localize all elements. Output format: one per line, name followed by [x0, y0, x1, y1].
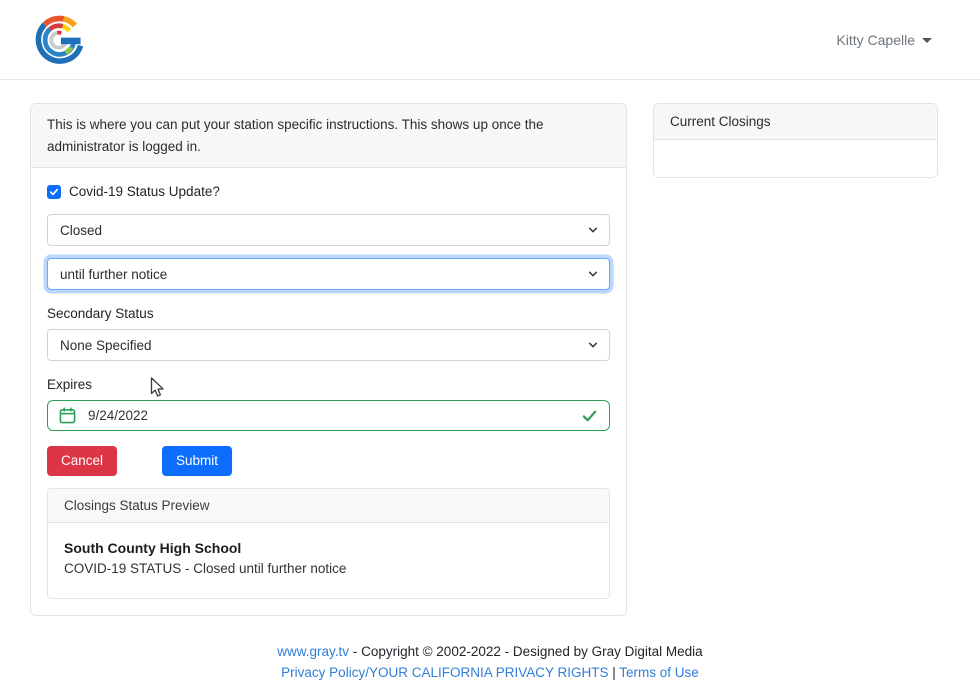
side-column: Current Closings	[653, 103, 938, 178]
page-footer: www.gray.tv - Copyright © 2002-2022 - De…	[0, 642, 980, 684]
status-select-value: Closed	[60, 223, 102, 238]
chevron-down-icon	[588, 225, 598, 235]
duration-select[interactable]: until further notice	[47, 258, 610, 290]
secondary-status-value: None Specified	[60, 338, 152, 353]
preview-header: Closings Status Preview	[48, 489, 609, 523]
station-form-card: This is where you can put your station s…	[30, 103, 627, 616]
covid-checkbox-label[interactable]: Covid-19 Status Update?	[69, 184, 220, 199]
current-closings-card: Current Closings	[653, 103, 938, 178]
covid-status-checkbox-row[interactable]: Covid-19 Status Update?	[47, 184, 610, 199]
current-closings-body	[654, 140, 937, 177]
form-actions: Cancel Submit	[47, 446, 610, 476]
covid-status-checkbox[interactable]	[47, 185, 61, 199]
caret-down-icon	[922, 38, 932, 43]
check-icon	[49, 187, 59, 197]
calendar-icon[interactable]	[59, 407, 76, 424]
preview-body: South County High School COVID-19 STATUS…	[48, 523, 609, 598]
expires-date-value: 9/24/2022	[88, 408, 148, 423]
terms-of-use-link[interactable]: Terms of Use	[619, 665, 699, 680]
closings-status-preview-card: Closings Status Preview South County Hig…	[47, 488, 610, 599]
preview-entry-status: COVID-19 STATUS - Closed until further n…	[64, 561, 593, 576]
chevron-down-icon	[588, 340, 598, 350]
expires-label: Expires	[47, 377, 610, 392]
current-closings-header: Current Closings	[654, 104, 937, 140]
gray-tv-logo[interactable]	[32, 11, 88, 69]
copyright-text: - Copyright © 2002-2022 - Designed by Gr…	[353, 644, 703, 659]
main-column: This is where you can put your station s…	[30, 103, 627, 616]
cancel-button[interactable]: Cancel	[47, 446, 117, 476]
secondary-status-label: Secondary Status	[47, 306, 610, 321]
chevron-down-icon	[588, 269, 598, 279]
top-navbar: Kitty Capelle	[0, 0, 980, 80]
valid-check-icon	[582, 408, 597, 423]
page-content: This is where you can put your station s…	[0, 80, 980, 616]
form-body: Covid-19 Status Update? Closed until fur…	[31, 168, 626, 615]
instructions-text: This is where you can put your station s…	[47, 117, 544, 154]
instructions-panel: This is where you can put your station s…	[31, 104, 626, 168]
preview-entry-name: South County High School	[64, 540, 593, 556]
gray-tv-link[interactable]: www.gray.tv	[277, 644, 349, 659]
footer-line-2: Privacy Policy/YOUR CALIFORNIA PRIVACY R…	[0, 663, 980, 684]
footer-separator: |	[612, 665, 616, 680]
submit-button[interactable]: Submit	[162, 446, 232, 476]
gray-logo-icon	[32, 12, 88, 68]
expires-date-input[interactable]: 9/24/2022	[47, 400, 610, 431]
footer-line-1: www.gray.tv - Copyright © 2002-2022 - De…	[0, 642, 980, 663]
secondary-status-select[interactable]: None Specified	[47, 329, 610, 361]
privacy-policy-link[interactable]: Privacy Policy/YOUR CALIFORNIA PRIVACY R…	[281, 665, 608, 680]
duration-select-value: until further notice	[60, 267, 167, 282]
status-select[interactable]: Closed	[47, 214, 610, 246]
user-menu[interactable]: Kitty Capelle	[836, 32, 932, 48]
user-name: Kitty Capelle	[836, 32, 915, 48]
